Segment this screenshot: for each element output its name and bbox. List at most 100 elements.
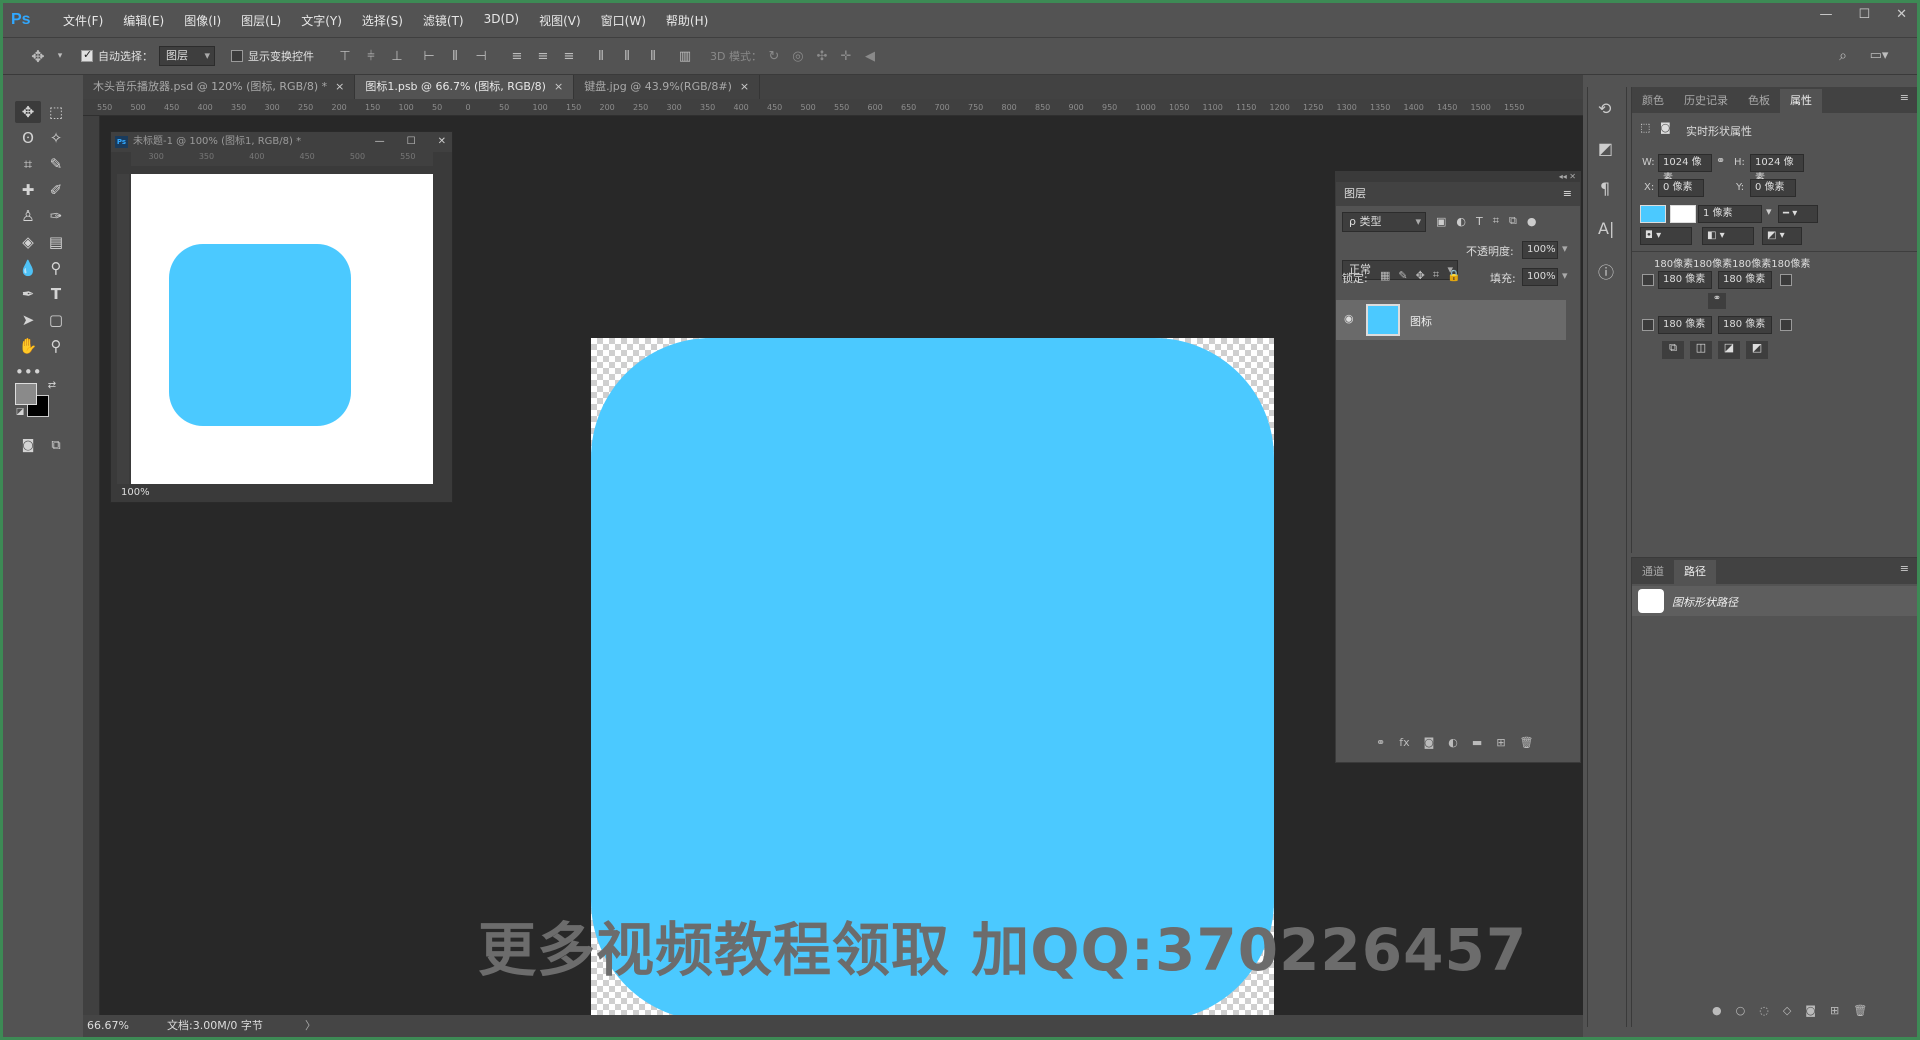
eye-icon[interactable]: ◉	[1344, 312, 1354, 325]
3d-scale-icon[interactable]: ◀	[858, 49, 882, 64]
corner-top-right-input[interactable]: 180 像素	[1718, 271, 1772, 289]
path-row[interactable]: 图标形状路径	[1632, 586, 1917, 616]
make-path-icon[interactable]: ◇	[1783, 1004, 1791, 1017]
blur-tool-icon[interactable]: 💧	[15, 257, 41, 279]
stroke-style-dropdown[interactable]: ━ ▾	[1778, 205, 1818, 223]
panel-menu-icon[interactable]: ≡	[1900, 562, 1909, 575]
minimize-button[interactable]: —	[375, 132, 385, 152]
minimize-button[interactable]: —	[1819, 7, 1832, 22]
filter-shape-icon[interactable]: ⌗	[1493, 214, 1499, 228]
swap-colors-icon[interactable]: ⇄	[45, 379, 59, 393]
trash-icon[interactable]: 🗑	[1520, 736, 1534, 749]
align-vcenter-icon[interactable]: ⫩	[358, 49, 384, 64]
rounded-rectangle-shape[interactable]	[169, 244, 351, 426]
chevron-down-icon[interactable]: ▾	[1562, 242, 1568, 255]
close-button[interactable]: ✕	[438, 132, 446, 152]
filter-smart-icon[interactable]: ⧉	[1509, 214, 1517, 228]
chevron-down-icon[interactable]: ▾	[1766, 205, 1772, 218]
info-icon[interactable]: ⓘ	[1598, 259, 1614, 283]
fill-input[interactable]: 100%	[1522, 268, 1558, 286]
maximize-button[interactable]: ☐	[407, 132, 416, 152]
stroke-width-input[interactable]: 1 像素	[1698, 205, 1762, 223]
eyedropper-icon[interactable]: ✎	[43, 153, 69, 175]
layer-row[interactable]: ◉ 图标	[1336, 300, 1566, 340]
tab-channels[interactable]: 通道	[1632, 560, 1674, 584]
3d-roll-icon[interactable]: ◎	[786, 49, 810, 64]
stamp-tool-icon[interactable]: ♙	[15, 205, 41, 227]
corner-checkbox[interactable]	[1780, 319, 1792, 331]
menu-filter[interactable]: 滤镜(T)	[413, 12, 474, 29]
distribute-vcenter-icon[interactable]: ≡	[530, 49, 556, 64]
distribute-left-icon[interactable]: ⦀	[588, 49, 614, 64]
menu-3d[interactable]: 3D(D)	[474, 12, 529, 29]
panel-menu-icon[interactable]: ≡	[1563, 182, 1572, 206]
filter-adjust-icon[interactable]: ◐	[1456, 215, 1466, 228]
adjustment-icon[interactable]: ◐	[1448, 736, 1458, 749]
magic-wand-icon[interactable]: ✧	[43, 127, 69, 149]
corner-bottom-left-input[interactable]: 180 像素	[1658, 316, 1712, 334]
floating-doc-titlebar[interactable]: Ps 未标题-1 @ 100% (图标1, RGB/8) * — ☐ ✕	[111, 132, 452, 152]
stroke-path-icon[interactable]: ○	[1736, 1004, 1746, 1017]
search-icon[interactable]: ⌕	[1833, 48, 1853, 64]
hand-tool-icon[interactable]: ✋	[15, 335, 41, 357]
eraser-tool-icon[interactable]: ◈	[15, 231, 41, 253]
lasso-tool-icon[interactable]: ʘ	[15, 127, 41, 149]
tab-swatches[interactable]: 色板	[1738, 89, 1780, 113]
new-path-icon[interactable]: ⊞	[1830, 1004, 1839, 1017]
gradient-tool-icon[interactable]: ▤	[43, 231, 69, 253]
menu-view[interactable]: 视图(V)	[529, 12, 591, 29]
chevron-down-icon[interactable]: ▾	[1562, 269, 1568, 282]
tab-paths[interactable]: 路径	[1674, 560, 1716, 584]
3d-rotate-icon[interactable]: ↻	[762, 49, 786, 64]
move-tool-icon[interactable]: ✥	[23, 47, 53, 66]
tab-color[interactable]: 颜色	[1632, 89, 1674, 113]
layer-name[interactable]: 图标	[1410, 313, 1432, 329]
workspace-icon[interactable]: ▭▾	[1867, 48, 1891, 63]
x-input[interactable]: 0 像素	[1658, 179, 1704, 197]
tab-document-2[interactable]: 图标1.psb @ 66.7% (图标, RGB/8) ×	[355, 75, 575, 99]
lock-transparent-icon[interactable]: ▦	[1380, 269, 1390, 282]
close-button[interactable]: ✕	[1896, 7, 1907, 22]
intersect-shapes-icon[interactable]: ◪	[1718, 341, 1740, 359]
rectangle-tool-icon[interactable]: ▢	[43, 309, 69, 331]
width-input[interactable]: 1024 像素	[1658, 154, 1712, 184]
menu-layer[interactable]: 图层(L)	[231, 12, 291, 29]
zoom-tool-icon[interactable]: ⚲	[43, 335, 69, 357]
mask-icon[interactable]: ◙	[1424, 736, 1435, 749]
menu-type[interactable]: 文字(Y)	[291, 12, 352, 29]
tab-document-3[interactable]: 键盘.jpg @ 43.9%(RGB/8#) ×	[574, 75, 761, 99]
link-icon[interactable]: ⚭	[1716, 154, 1725, 167]
auto-select-checkbox[interactable]	[81, 48, 93, 62]
menu-select[interactable]: 选择(S)	[352, 12, 413, 29]
libraries-icon[interactable]: ⟲	[1598, 99, 1611, 118]
distribute-bottom-icon[interactable]: ≡	[556, 49, 582, 64]
new-layer-icon[interactable]: ⊞	[1496, 736, 1505, 749]
lock-artboard-icon[interactable]: ⌗	[1433, 268, 1439, 282]
close-icon[interactable]: ×	[335, 80, 344, 93]
character-icon[interactable]: A|	[1598, 219, 1614, 238]
stroke-corner-dropdown[interactable]: ◩ ▾	[1762, 227, 1802, 245]
floating-doc-canvas[interactable]	[131, 174, 433, 484]
dodge-tool-icon[interactable]: ⚲	[43, 257, 69, 279]
path-select-icon[interactable]: ➤	[15, 309, 41, 331]
tab-document-1[interactable]: 木头音乐播放器.psd @ 120% (图标, RGB/8) * ×	[83, 75, 356, 99]
menu-window[interactable]: 窗口(W)	[591, 12, 656, 29]
menu-edit[interactable]: 编辑(E)	[113, 12, 174, 29]
trash-icon[interactable]: 🗑	[1853, 1004, 1867, 1017]
type-tool-icon[interactable]: T	[43, 283, 69, 305]
stroke-cap-dropdown[interactable]: ◧ ▾	[1702, 227, 1754, 245]
auto-align-icon[interactable]: ▥	[672, 49, 698, 64]
history-brush-icon[interactable]: ✑	[43, 205, 69, 227]
exclude-shapes-icon[interactable]: ◩	[1746, 341, 1768, 359]
corner-top-left-input[interactable]: 180 像素	[1658, 271, 1712, 289]
distribute-hcenter-icon[interactable]: ⦀	[614, 49, 640, 64]
height-input[interactable]: 1024 像素	[1750, 154, 1804, 184]
tab-history[interactable]: 历史记录	[1674, 89, 1738, 113]
quick-mask-icon[interactable]: ◙	[15, 435, 41, 457]
screen-mode-icon[interactable]: ⧉	[43, 435, 69, 457]
corner-bottom-right-input[interactable]: 180 像素	[1718, 316, 1772, 334]
zoom-level[interactable]: 66.67%	[87, 1015, 129, 1037]
healing-brush-icon[interactable]: ✚	[15, 179, 41, 201]
3d-slide-icon[interactable]: ✛	[834, 49, 858, 64]
panel-collapse-bar[interactable]: ◂◂ ✕	[1336, 172, 1580, 182]
